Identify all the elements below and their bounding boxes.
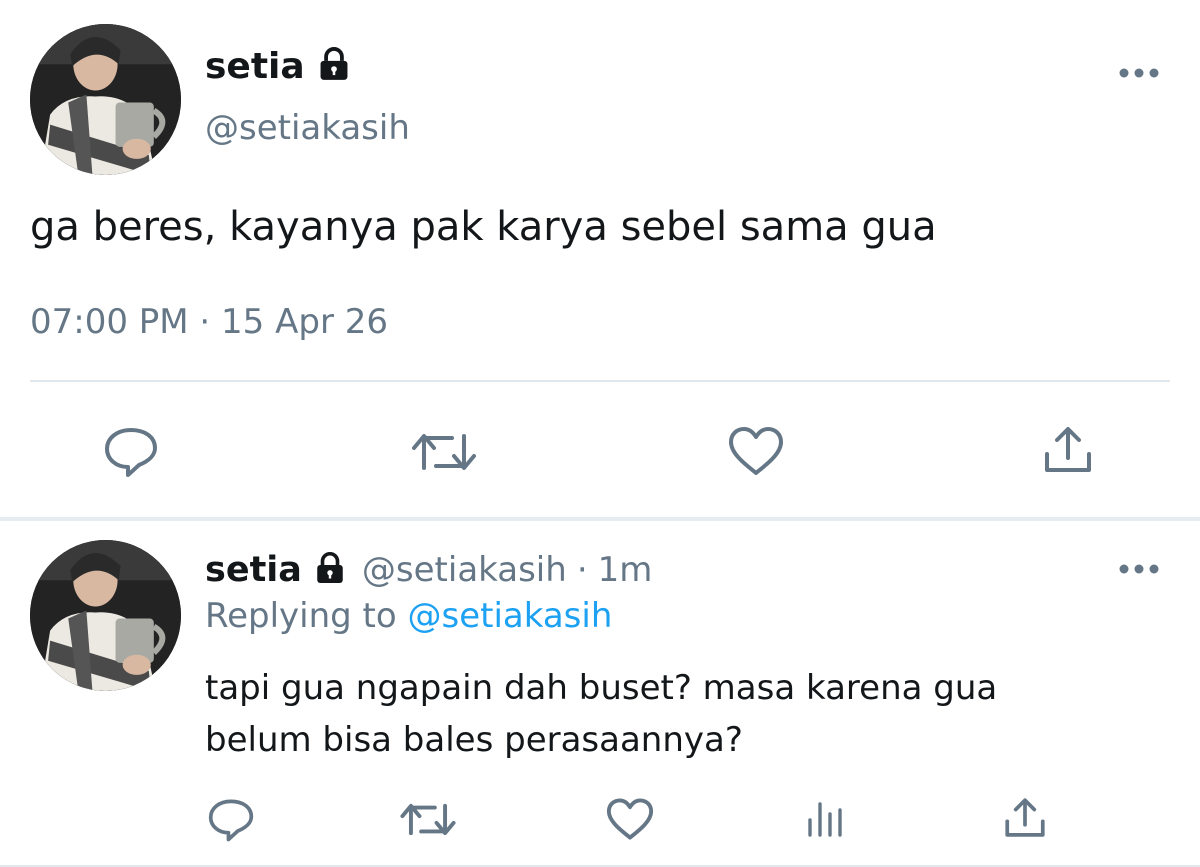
lock-icon bbox=[312, 550, 348, 590]
share-icon[interactable] bbox=[1042, 424, 1094, 476]
tweet-text: ga beres, kayanya pak karya sebel sama g… bbox=[30, 204, 937, 250]
meta-separator: · bbox=[576, 550, 588, 590]
avatar[interactable] bbox=[30, 24, 181, 175]
thread-separator bbox=[0, 517, 1200, 521]
reply-icon[interactable] bbox=[103, 426, 159, 478]
tweet-text-line: belum bisa bales perasaannya? bbox=[205, 720, 743, 760]
author-handle[interactable]: @setiakasih bbox=[205, 108, 410, 148]
share-icon[interactable] bbox=[1002, 796, 1048, 840]
divider bbox=[30, 380, 1170, 382]
tweet-text-line: tapi gua ngapain dah buset? masa karena … bbox=[205, 668, 998, 708]
author-display-name[interactable]: setia bbox=[205, 46, 305, 87]
avatar-photo bbox=[30, 24, 181, 175]
retweet-icon[interactable] bbox=[399, 799, 457, 840]
author-display-name[interactable]: setia bbox=[205, 550, 302, 590]
replying-prefix: Replying to bbox=[205, 596, 397, 636]
like-icon[interactable] bbox=[727, 425, 785, 477]
reply-icon[interactable] bbox=[207, 798, 255, 842]
lock-icon bbox=[315, 45, 353, 87]
tweet-text: tapi gua ngapain dah buset? masa karena … bbox=[205, 662, 997, 766]
like-icon[interactable] bbox=[605, 797, 655, 841]
more-icon[interactable] bbox=[1117, 66, 1161, 80]
analytics-icon[interactable] bbox=[805, 800, 847, 838]
retweet-icon[interactable] bbox=[410, 428, 478, 476]
more-icon[interactable] bbox=[1117, 562, 1161, 576]
author-handle[interactable]: @setiakasih bbox=[362, 550, 567, 590]
tweet-age[interactable]: 1m bbox=[598, 550, 653, 590]
reply-header: setia @setiakasih · 1m bbox=[205, 548, 652, 592]
avatar-photo bbox=[30, 540, 181, 691]
replying-mention-link[interactable]: @setiakasih bbox=[408, 596, 613, 636]
replying-to: Replying to @setiakasih bbox=[205, 596, 612, 636]
author-name-row: setia bbox=[205, 42, 353, 90]
avatar[interactable] bbox=[30, 540, 181, 691]
tweet-timestamp[interactable]: 07:00 PM · 15 Apr 26 bbox=[30, 302, 388, 342]
